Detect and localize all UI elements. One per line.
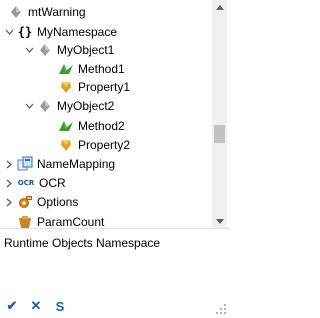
tree-item-property2[interactable]: Property2 [58,135,130,155]
scroll-up-icon[interactable] [212,0,227,14]
tree-item-mynamespace[interactable]: {} MyNamespace [4,22,117,42]
tree-item-myobject2[interactable]: MyObject2 [24,96,114,116]
tree-item-label: ParamCount [37,215,105,228]
tree-item-label: Method1 [78,62,125,76]
tree-item-myobject1[interactable]: MyObject1 [24,40,114,60]
tree-item-ocr[interactable]: OCR OCR [4,173,66,193]
action-bar: ✔ ✕ S [0,296,230,316]
property-icon [58,79,74,95]
options-icon [17,194,33,210]
divider [0,228,230,229]
resize-grip-icon[interactable] [216,304,226,314]
description-text: Runtime Objects Namespace [4,236,161,250]
tree-item-property1[interactable]: Property1 [58,77,130,97]
method-icon [58,118,74,134]
tree-item-method1[interactable]: Method1 [58,59,125,79]
ocr-icon: OCR [17,175,35,191]
tree-item-mtwarning[interactable]: mtWarning [8,2,86,22]
name-mapping-icon [17,156,33,172]
chevron-right-icon[interactable] [4,192,14,212]
scrollbar-thumb[interactable] [214,125,225,143]
object-tree[interactable]: mtWarning {} MyNamespace MyObject1 Metho… [0,0,230,228]
tree-item-label: OCR [39,176,66,190]
chevron-down-icon[interactable] [24,40,34,60]
tree-scrollbar[interactable] [212,0,227,228]
chevron-right-icon[interactable] [4,212,14,228]
chevron-down-icon[interactable] [24,96,34,116]
diamond-icon [8,4,24,20]
chevron-right-icon[interactable] [4,173,14,193]
tree-item-paramcount[interactable]: ParamCount [4,212,104,228]
tree-item-label: MyObject1 [57,43,115,57]
tree-item-label: Property1 [78,80,131,94]
tree-item-label: Options [37,195,79,209]
object-browser-panel: mtWarning {} MyNamespace MyObject1 Metho… [0,0,230,318]
tree-item-method2[interactable]: Method2 [58,116,125,136]
tree-item-options[interactable]: Options [4,192,78,212]
chevron-down-icon[interactable] [4,22,14,42]
s-button[interactable]: S [52,296,68,316]
tree-item-namemapping[interactable]: NameMapping [4,154,115,174]
diamond-icon [37,42,53,58]
diamond-icon [37,98,53,114]
method-icon [58,61,74,77]
cancel-button[interactable]: ✕ [28,296,44,316]
param-icon [17,214,33,228]
braces-icon: {} [17,25,33,39]
tree-item-label: MyNamespace [37,25,118,39]
tree-item-label: Property2 [78,138,131,152]
chevron-right-icon[interactable] [4,154,14,174]
scroll-down-icon[interactable] [212,214,227,228]
property-icon [58,137,74,153]
tree-item-label: Method2 [78,119,125,133]
tree-item-label: NameMapping [37,157,116,171]
ok-button[interactable]: ✔ [4,296,20,316]
tree-item-label: mtWarning [28,5,86,19]
ocr-badge-text: OCR [17,179,35,187]
tree-item-label: MyObject2 [57,99,115,113]
